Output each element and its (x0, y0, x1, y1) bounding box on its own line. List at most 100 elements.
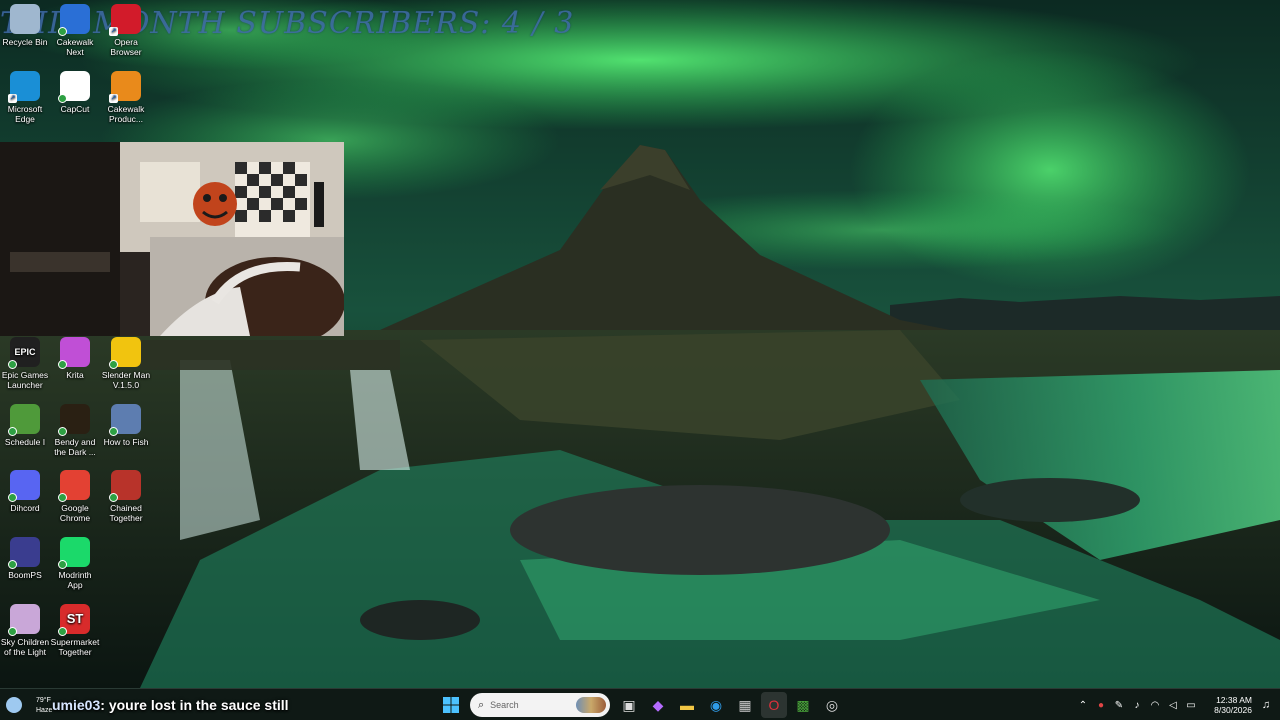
desktop-icon[interactable]: EPIC Epic Games Launcher (0, 337, 50, 390)
desktop-icon[interactable]: CapCut (50, 71, 100, 114)
recycle-bin-icon (10, 4, 40, 34)
windows-icon (443, 697, 459, 713)
sync-check-icon (8, 627, 17, 636)
webcam-feed (0, 142, 344, 336)
desktop-icon[interactable]: Recycle Bin (0, 4, 50, 47)
clock[interactable]: 12:38 AM 8/30/2026 (1206, 695, 1252, 715)
desktop-icon-label: Slender Man V.1.5.0 (101, 370, 151, 390)
modrinth-icon (58, 537, 90, 569)
search-icon: ⌕ (478, 698, 485, 711)
chrome-icon (58, 470, 90, 502)
bendy-icon (58, 404, 90, 436)
sync-check-icon (8, 493, 17, 502)
desktop-icon[interactable]: ST Supermarket Together (50, 604, 100, 657)
desktop-icon-label: Dihcord (10, 503, 40, 513)
tray-app-icon[interactable]: ● (1092, 700, 1110, 711)
desktop-icon-label: Modrinth App (58, 570, 92, 590)
desktop-icon-label: Chained Together (109, 503, 143, 523)
desktop-icon-label: Supermarket Together (50, 637, 100, 657)
desktop-icon-label: Microsoft Edge (7, 104, 43, 124)
task-view-icon[interactable]: ▣ (616, 692, 642, 718)
edge-taskbar-icon[interactable]: ◉ (703, 692, 729, 718)
microsoft-store-icon[interactable]: ▦ (732, 692, 758, 718)
battery-icon[interactable]: ▭ (1182, 700, 1200, 711)
desktop-icon-label: Sky Children of the Light (0, 637, 50, 657)
desktop-icon-label: Opera Browser (110, 37, 142, 57)
desktop-icon-label: Bendy and the Dark ... (54, 437, 96, 457)
obs-icon[interactable]: ◎ (819, 692, 845, 718)
taskbar-center: ⌕ Search ▣ ◆ ▬ ◉ ▦ O ▩ ◎ (438, 692, 845, 718)
file-explorer-icon[interactable]: ▬ (674, 692, 700, 718)
desktop-icon[interactable]: ↗ Opera Browser (101, 4, 151, 57)
sync-check-icon (8, 427, 17, 436)
sync-check-icon (8, 360, 17, 369)
desktop-icon[interactable]: Slender Man V.1.5.0 (101, 337, 151, 390)
shortcut-arrow-icon: ↗ (109, 94, 118, 103)
how-to-fish-icon (109, 404, 141, 436)
supermarket-together-icon: ST (58, 604, 90, 636)
desktop-icon-label: How to Fish (103, 437, 149, 447)
microphone-icon[interactable]: ♪ (1128, 700, 1146, 711)
copilot-icon[interactable]: ◆ (645, 692, 671, 718)
desktop-icon[interactable]: Dihcord (0, 470, 50, 513)
shortcut-arrow-icon: ↗ (8, 94, 17, 103)
sync-check-icon (109, 427, 118, 436)
folder-icon (109, 337, 141, 369)
chat-username: umie03 (52, 697, 101, 713)
volume-icon[interactable]: ◁ (1164, 700, 1182, 711)
cakewalk-next-icon (58, 4, 90, 36)
sync-check-icon (8, 560, 17, 569)
sync-check-icon (58, 27, 67, 36)
desktop-icon-label: Recycle Bin (2, 37, 48, 47)
search-box[interactable]: ⌕ Search (470, 693, 610, 717)
sync-check-icon (58, 493, 67, 502)
desktop-icon[interactable]: Schedule I (0, 404, 50, 447)
desktop-icon[interactable]: ↗ Cakewalk Produc... (101, 71, 151, 124)
wifi-icon[interactable]: ◠ (1146, 700, 1164, 711)
desktop-icon-label: Epic Games Launcher (1, 370, 49, 390)
search-placeholder: Search (490, 700, 519, 710)
desktop-icon-label: Krita (66, 370, 84, 380)
desktop-icon[interactable]: Bendy and the Dark ... (50, 404, 100, 457)
capcut-icon (58, 71, 90, 103)
clock-date: 8/30/2026 (1214, 705, 1252, 715)
desktop-icon[interactable]: How to Fish (101, 404, 151, 447)
chat-overlay: umie03 : youre lost in the sauce still (0, 692, 289, 718)
desktop-icon[interactable]: Modrinth App (50, 537, 100, 590)
sky-icon (8, 604, 40, 636)
desktop-icon[interactable]: ↗ Microsoft Edge (0, 71, 50, 124)
edge-icon: ↗ (8, 71, 40, 103)
chat-message: youre lost in the sauce still (108, 697, 289, 713)
sync-check-icon (58, 94, 67, 103)
boomps-icon (8, 537, 40, 569)
notification-bell-icon[interactable]: ♫ (1258, 699, 1274, 711)
desktop-icon-label: Google Chrome (59, 503, 91, 523)
krita-icon (58, 337, 90, 369)
chained-together-icon (109, 470, 141, 502)
sync-check-icon (109, 493, 118, 502)
minecraft-icon[interactable]: ▩ (790, 692, 816, 718)
clock-time: 12:38 AM (1216, 695, 1252, 705)
sync-check-icon (58, 427, 67, 436)
opera-taskbar-icon[interactable]: O (761, 692, 787, 718)
discord-icon (8, 470, 40, 502)
desktop-icon[interactable]: Chained Together (101, 470, 151, 523)
sync-check-icon (58, 360, 67, 369)
desktop-icon[interactable]: BoomPS (0, 537, 50, 580)
start-button[interactable] (438, 692, 464, 718)
schedule-i-icon (8, 404, 40, 436)
desktop-icon-label: CapCut (60, 104, 90, 114)
pen-icon[interactable]: ✎ (1110, 700, 1128, 711)
search-highlight-image (576, 697, 606, 713)
sync-check-icon (58, 560, 67, 569)
chat-separator: : (100, 697, 109, 713)
opera-icon: ↗ (109, 4, 141, 36)
desktop-icon[interactable]: Krita (50, 337, 100, 380)
desktop-wallpaper (0, 0, 1280, 688)
desktop-icon[interactable]: Sky Children of the Light (0, 604, 50, 657)
desktop-icon-label: Schedule I (4, 437, 46, 447)
system-tray: ⌃ ● ✎ ♪ ◠ ◁ ▭ 12:38 AM 8/30/2026 ♫ (1074, 689, 1280, 720)
show-hidden-icons-chevron-icon[interactable]: ⌃ (1074, 700, 1092, 711)
desktop-icon[interactable]: Google Chrome (50, 470, 100, 523)
desktop-icon[interactable]: Cakewalk Next (50, 4, 100, 57)
